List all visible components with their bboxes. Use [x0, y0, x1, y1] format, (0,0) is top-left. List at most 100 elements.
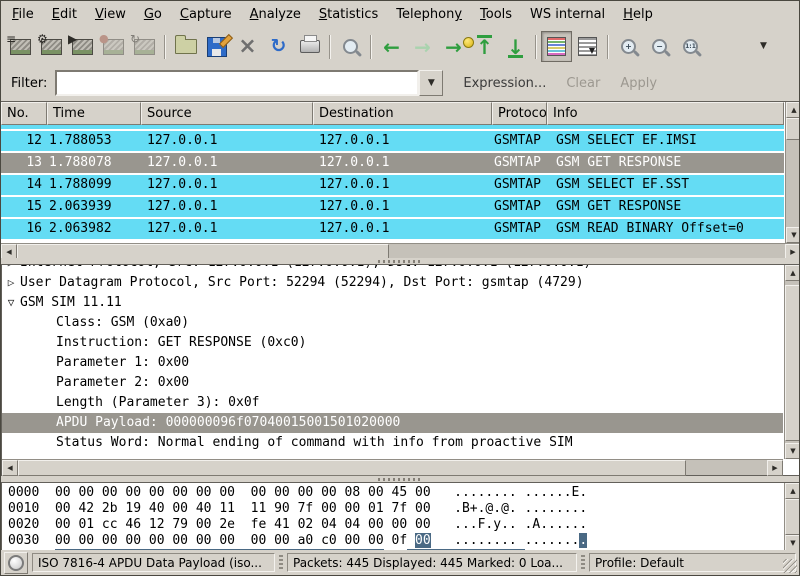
- resize-grip-icon[interactable]: [783, 559, 797, 573]
- open-file-button[interactable]: [170, 31, 201, 62]
- hex-row[interactable]: 0030 00 00 00 00 00 00 00 00 00 00 a0 c0…: [8, 533, 783, 549]
- filter-input[interactable]: [55, 70, 419, 96]
- menu-analyze[interactable]: Analyze: [241, 3, 310, 26]
- auto-scroll-toggle-button[interactable]: ▼: [572, 31, 603, 62]
- hex-row[interactable]: 0020 00 01 cc 46 12 79 00 2e fe 41 02 04…: [8, 517, 783, 533]
- scroll-up-icon: ▲: [790, 488, 795, 495]
- scroll-left-button[interactable]: ◀: [2, 460, 18, 476]
- expert-info-button[interactable]: [4, 552, 28, 574]
- capture-stop-button[interactable]: ●: [98, 31, 129, 62]
- hex-dump-view[interactable]: 0000 00 00 00 00 00 00 00 00 00 00 00 00…: [2, 485, 783, 551]
- scroll-up-button[interactable]: ▲: [785, 483, 800, 499]
- detail-line[interactable]: ▷Internet Protocol, Src: 127.0.0.1 (127.…: [2, 265, 783, 273]
- packet-row[interactable]: 162.063982127.0.0.1127.0.0.1GSMTAPGSM RE…: [1, 219, 784, 239]
- expander-icon[interactable]: ▷: [2, 273, 20, 293]
- column-header-destination[interactable]: Destination: [313, 102, 492, 125]
- packet-list-hscrollbar[interactable]: ◀ ▶: [1, 243, 800, 259]
- packet-list-body: 111.787891127.0.0.1127.0.0.1GSMTAPGSM GE…: [1, 125, 784, 243]
- clear-button[interactable]: Clear: [566, 76, 600, 91]
- hex-vscrollbar[interactable]: ▲ ▼: [784, 483, 800, 551]
- detail-line[interactable]: Parameter 1: 0x00: [2, 353, 783, 373]
- status-profile[interactable]: Profile: Default: [589, 553, 796, 572]
- capture-start-button[interactable]: ▶: [67, 31, 98, 62]
- go-to-bottom-button[interactable]: ↓: [500, 31, 531, 62]
- packet-row[interactable]: 141.788099127.0.0.1127.0.0.1GSMTAPGSM SE…: [1, 175, 784, 195]
- detail-line[interactable]: Length (Parameter 3): 0x0f: [2, 393, 783, 413]
- back-arrow-icon: ←: [383, 37, 400, 57]
- packet-list-vscrollbar[interactable]: ▲ ▼: [785, 102, 800, 243]
- vscroll-thumb[interactable]: [785, 285, 800, 441]
- menu-view[interactable]: View: [86, 3, 135, 26]
- scroll-right-button[interactable]: ▶: [767, 460, 783, 476]
- go-back-button[interactable]: ←: [376, 31, 407, 62]
- filter-history-button[interactable]: ▼: [419, 70, 443, 96]
- column-header-info[interactable]: Info: [547, 102, 784, 125]
- detail-line[interactable]: Status Word: Normal ending of command wi…: [2, 433, 783, 453]
- detail-line[interactable]: ▽GSM SIM 11.11: [2, 293, 783, 313]
- menu-ws-internal[interactable]: WS internal: [521, 3, 614, 26]
- details-vscrollbar[interactable]: ▲ ▼: [784, 265, 800, 459]
- expander-icon[interactable]: ▽: [2, 293, 20, 313]
- open-folder-icon: [175, 39, 197, 54]
- capture-stop-icon: ●: [103, 39, 124, 55]
- detail-line[interactable]: Parameter 2: 0x00: [2, 373, 783, 393]
- scroll-down-button[interactable]: ▼: [786, 227, 800, 243]
- close-file-button[interactable]: ×: [232, 31, 263, 62]
- save-file-button[interactable]: [201, 31, 232, 62]
- detail-line-selected[interactable]: APDU Payload: 000000096f0704001500150102…: [2, 413, 783, 433]
- list-interfaces-button[interactable]: ≡: [5, 31, 36, 62]
- filter-label-button[interactable]: Filter:: [11, 76, 47, 91]
- capture-restart-button[interactable]: ↻: [129, 31, 160, 62]
- scroll-down-button[interactable]: ▼: [785, 443, 800, 459]
- menu-telephony[interactable]: Telephony: [387, 3, 471, 26]
- hex-dump-pane: 0000 00 00 00 00 00 00 00 00 00 00 00 00…: [1, 482, 800, 552]
- selected-ascii[interactable]: .: [579, 533, 587, 548]
- hex-row[interactable]: 0000 00 00 00 00 00 00 00 00 00 00 00 00…: [8, 485, 783, 501]
- zoom-100-button[interactable]: 1:1: [675, 31, 706, 62]
- menu-capture[interactable]: Capture: [171, 3, 241, 26]
- capture-options-button[interactable]: ⚙: [36, 31, 67, 62]
- reload-button[interactable]: ↻: [263, 31, 294, 62]
- packet-row[interactable]: 152.063939127.0.0.1127.0.0.1GSMTAPGSM GE…: [1, 197, 784, 217]
- details-hscrollbar[interactable]: ◀ ▶: [2, 459, 783, 475]
- find-button[interactable]: [335, 31, 366, 62]
- vscroll-thumb[interactable]: [785, 499, 800, 535]
- detail-line[interactable]: ▷User Datagram Protocol, Src Port: 52294…: [2, 273, 783, 293]
- menu-statistics[interactable]: Statistics: [310, 3, 387, 26]
- print-button[interactable]: [294, 31, 325, 62]
- printer-icon: [300, 40, 320, 53]
- selected-byte[interactable]: 00: [415, 533, 431, 548]
- zoom-in-button[interactable]: +: [613, 31, 644, 62]
- go-to-top-button[interactable]: ↑: [469, 31, 500, 62]
- go-to-packet-button[interactable]: →: [438, 31, 469, 62]
- hscroll-thumb[interactable]: [18, 460, 686, 476]
- expression-button[interactable]: Expression...: [463, 76, 546, 91]
- hex-row[interactable]: 0010 00 42 2b 19 40 00 40 11 11 90 7f 00…: [8, 501, 783, 517]
- menu-tools[interactable]: Tools: [471, 3, 521, 26]
- menu-help[interactable]: Help: [614, 3, 662, 26]
- menu-edit[interactable]: Edit: [43, 3, 86, 26]
- statusbar-handle-icon: [279, 555, 283, 570]
- menu-go[interactable]: Go: [135, 3, 171, 26]
- vscroll-thumb[interactable]: [786, 118, 800, 140]
- packet-row-selected[interactable]: 131.788078127.0.0.1127.0.0.1GSMTAPGSM GE…: [1, 153, 784, 173]
- column-header-source[interactable]: Source: [141, 102, 313, 125]
- zoom-out-button[interactable]: −: [644, 31, 675, 62]
- packet-row[interactable]: 111.787891127.0.0.1127.0.0.1GSMTAPGSM GE…: [1, 125, 784, 129]
- detail-line[interactable]: Class: GSM (0xa0): [2, 313, 783, 333]
- packet-row[interactable]: 121.788053127.0.0.1127.0.0.1GSMTAPGSM SE…: [1, 131, 784, 151]
- statusbar-handle-icon: [581, 555, 585, 570]
- column-header-no[interactable]: No.: [1, 102, 47, 125]
- scroll-up-button[interactable]: ▲: [786, 102, 800, 118]
- expander-icon[interactable]: ▷: [2, 265, 20, 273]
- detail-line[interactable]: Instruction: GET RESPONSE (0xc0): [2, 333, 783, 353]
- colorize-toggle-button[interactable]: [541, 31, 572, 62]
- go-forward-button[interactable]: →: [407, 31, 438, 62]
- menu-file[interactable]: File: [3, 3, 43, 26]
- column-header-protocol[interactable]: Protocol: [492, 102, 547, 125]
- toolbar-overflow-button[interactable]: ▼: [748, 31, 779, 62]
- column-header-time[interactable]: Time: [47, 102, 141, 125]
- scroll-up-button[interactable]: ▲: [785, 265, 800, 281]
- scroll-down-button[interactable]: ▼: [785, 535, 800, 551]
- apply-button[interactable]: Apply: [620, 76, 657, 91]
